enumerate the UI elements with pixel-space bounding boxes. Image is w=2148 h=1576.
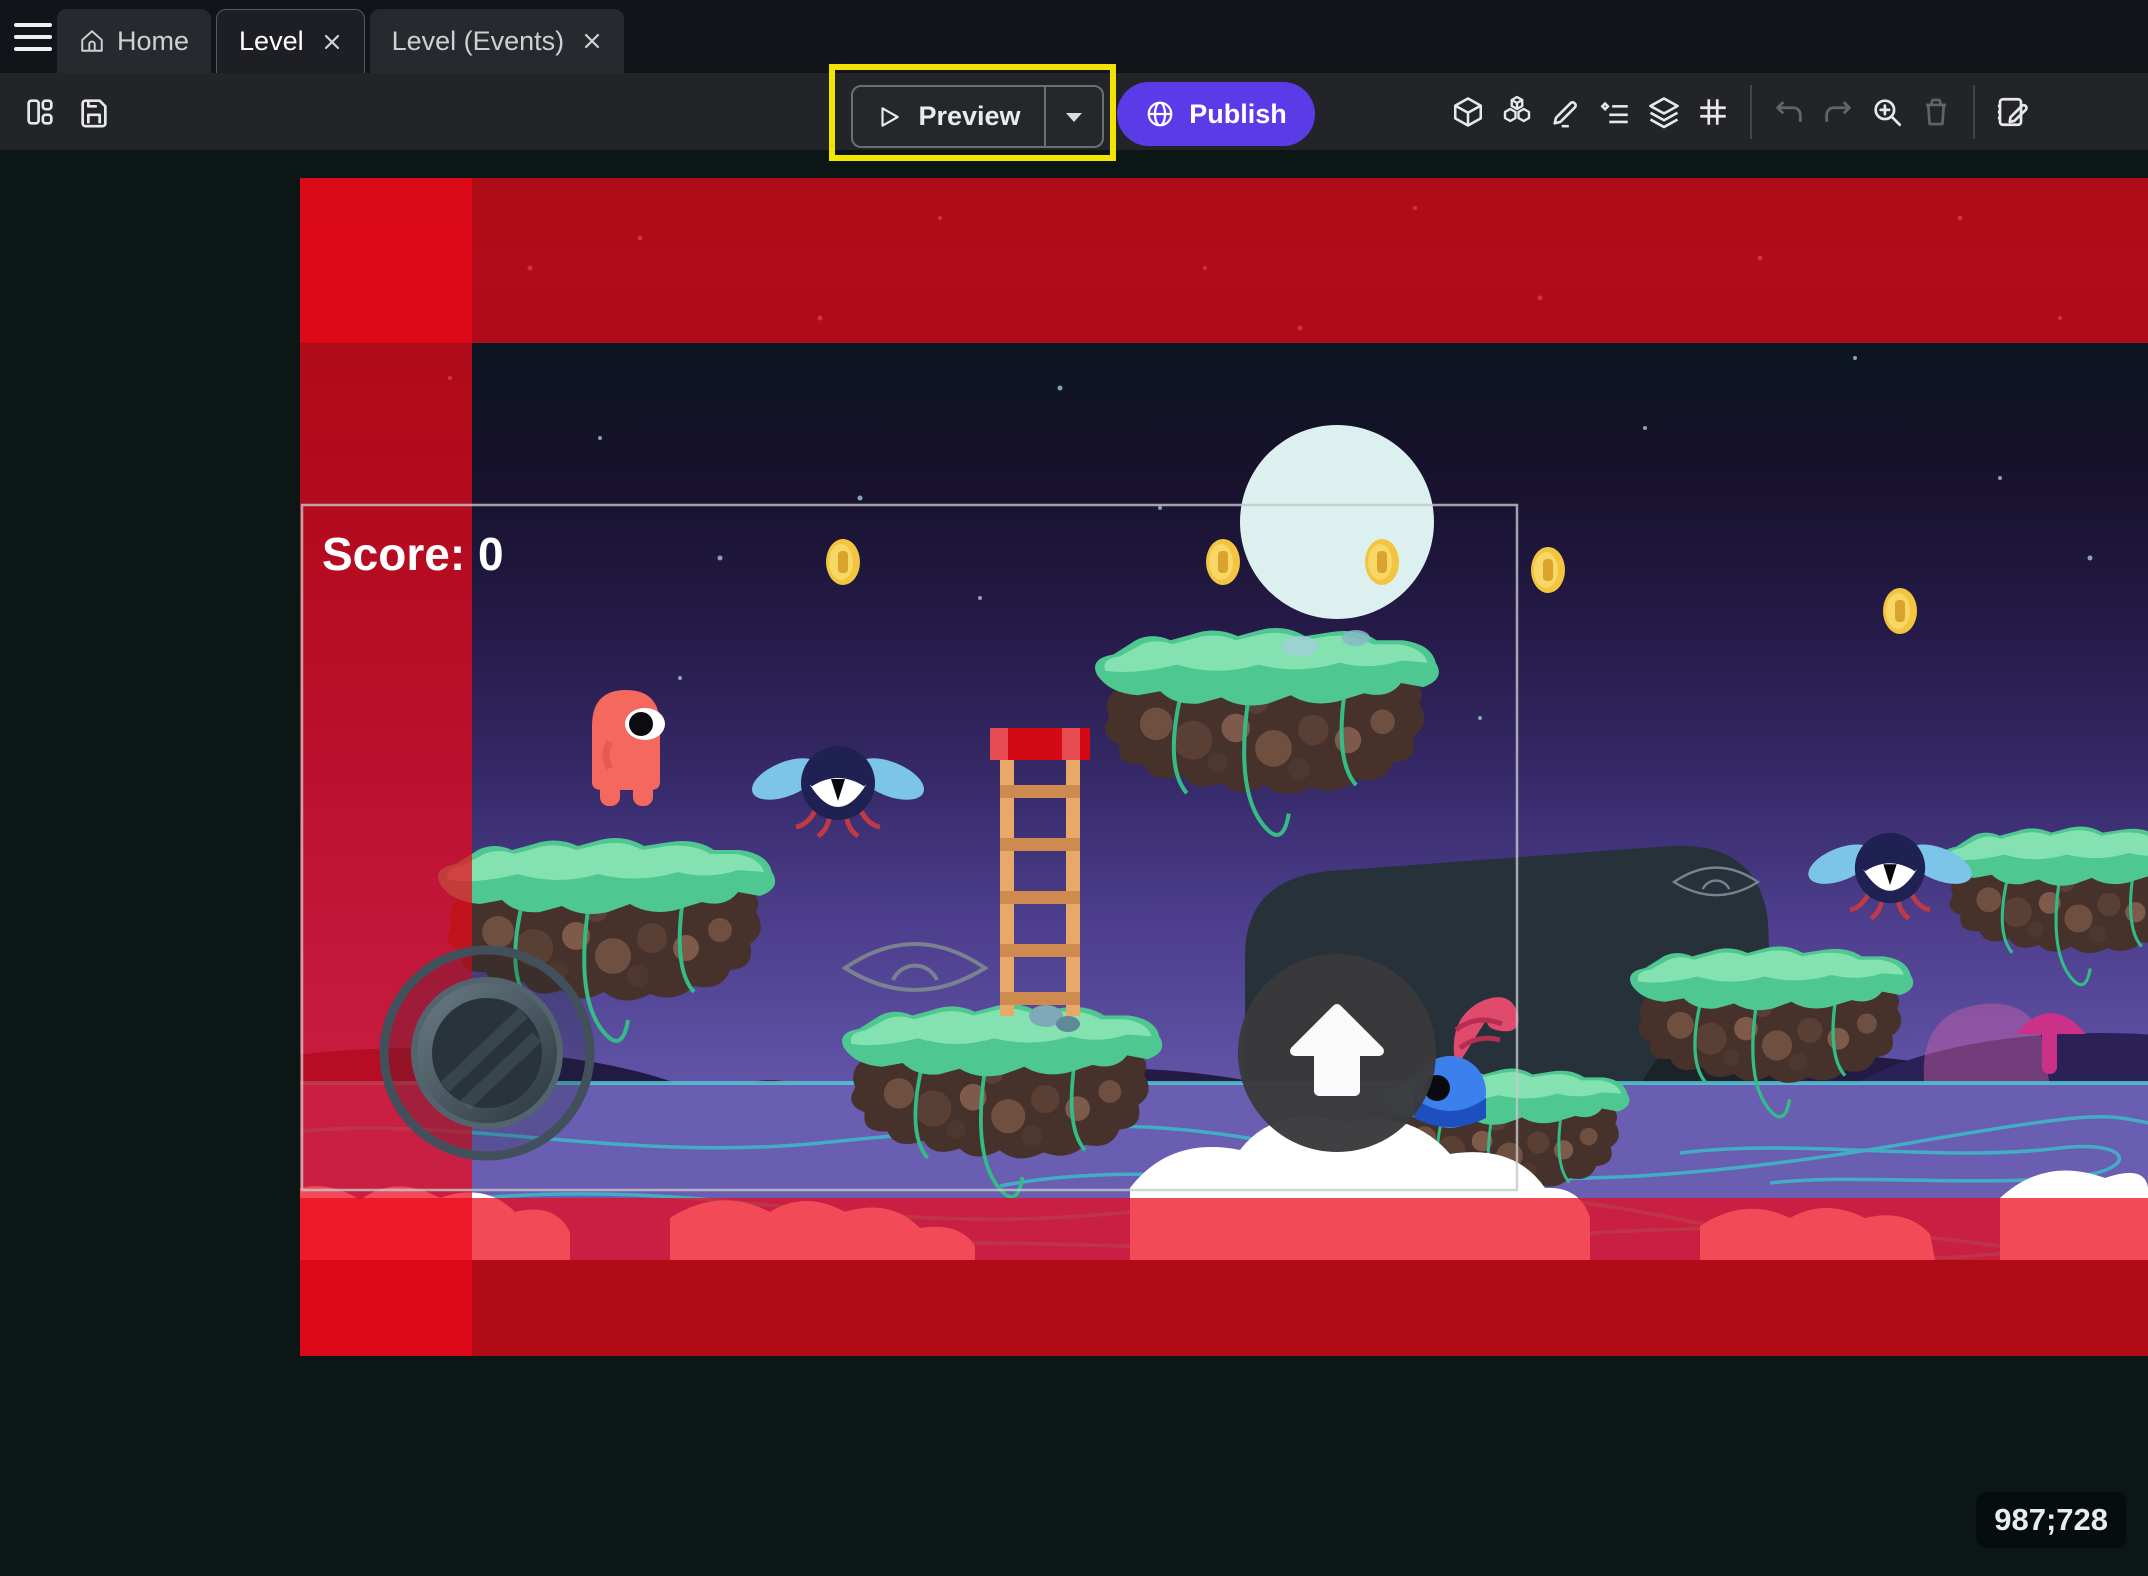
out-of-bounds-bottom [300, 1198, 2148, 1356]
moon[interactable] [1240, 425, 1434, 619]
layers-icon[interactable] [1644, 92, 1684, 132]
publish-button-label: Publish [1189, 99, 1287, 130]
publish-button[interactable]: Publish [1117, 82, 1315, 146]
tutorial-highlight-box: Preview [829, 64, 1116, 161]
scene-editor-canvas[interactable]: Score: 0 987;728 [0, 150, 2148, 1576]
tab-label: Level [239, 26, 304, 57]
undo-icon[interactable] [1769, 92, 1809, 132]
cube-icon[interactable] [1448, 92, 1488, 132]
play-icon [876, 104, 902, 130]
coin[interactable] [826, 539, 860, 585]
coin[interactable] [1365, 539, 1399, 585]
zoom-in-icon[interactable] [1867, 92, 1907, 132]
toolbar-divider [1750, 85, 1752, 139]
grid-icon[interactable] [1693, 92, 1733, 132]
out-of-bounds-left [300, 178, 472, 1356]
tab-strip: Home Level Level (Events) [57, 9, 624, 73]
notes-edit-icon[interactable] [1992, 92, 2032, 132]
pencil-icon[interactable] [1546, 92, 1586, 132]
cursor-coordinates-badge: 987;728 [1976, 1492, 2126, 1548]
joystick-control[interactable] [384, 950, 590, 1156]
save-icon[interactable] [74, 92, 114, 132]
toolbar-left-group [20, 73, 114, 150]
hamburger-menu-icon[interactable] [14, 23, 52, 51]
player-character[interactable] [592, 690, 665, 806]
preview-button-main[interactable]: Preview [853, 101, 1044, 132]
home-icon [79, 28, 105, 54]
score-text[interactable]: Score: 0 [322, 528, 504, 580]
jump-button[interactable] [1238, 954, 1436, 1152]
toolbar-right-group [1448, 73, 2032, 150]
tab-label: Home [117, 26, 189, 57]
close-icon[interactable] [322, 32, 342, 52]
level-scene[interactable]: Score: 0 [300, 178, 2148, 1356]
coin[interactable] [1883, 588, 1917, 634]
tab-label: Level (Events) [392, 26, 565, 57]
tab-level[interactable]: Level [216, 9, 365, 73]
coin[interactable] [1206, 539, 1240, 585]
tab-level-events[interactable]: Level (Events) [370, 9, 625, 73]
trash-icon[interactable] [1916, 92, 1956, 132]
coin[interactable] [1531, 547, 1565, 593]
tab-bar: Home Level Level (Events) [0, 0, 2148, 73]
close-icon[interactable] [582, 31, 602, 51]
preview-button-label: Preview [918, 101, 1020, 132]
toolbar-divider [1973, 85, 1975, 139]
preview-button[interactable]: Preview [851, 85, 1104, 148]
instances-list-icon[interactable] [1595, 92, 1635, 132]
chevron-down-icon [1064, 110, 1084, 124]
out-of-bounds-top [300, 178, 2148, 343]
preview-dropdown-button[interactable] [1044, 87, 1102, 146]
objects-group-icon[interactable] [1497, 92, 1537, 132]
redo-icon[interactable] [1818, 92, 1858, 132]
globe-icon [1145, 99, 1175, 129]
tab-home[interactable]: Home [57, 9, 211, 73]
panel-layout-icon[interactable] [20, 92, 60, 132]
